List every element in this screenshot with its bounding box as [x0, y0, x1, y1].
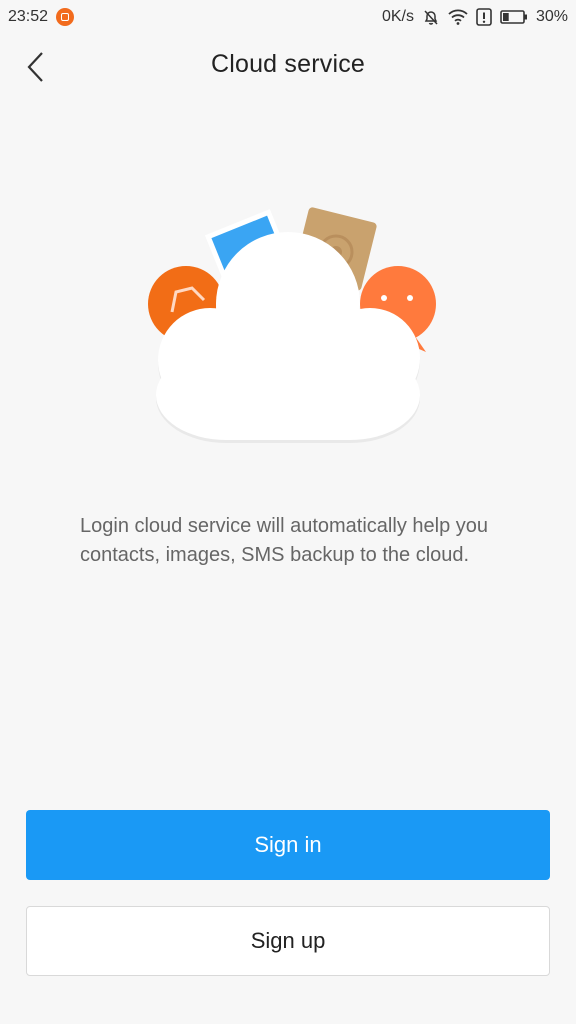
description-text: Login cloud service will automatically h…: [80, 515, 488, 566]
status-bar: 23:52 0K/s 30%: [0, 0, 576, 34]
cloud-icon: [156, 232, 420, 443]
battery-percent: 30%: [535, 8, 568, 25]
app-notification-icon: [56, 8, 75, 26]
battery-icon: [500, 9, 528, 25]
sign-in-button[interactable]: Sign in: [26, 810, 550, 880]
network-speed: 0K/s: [381, 8, 414, 25]
sign-in-label: Sign in: [254, 832, 322, 857]
alert-icon: [476, 8, 492, 26]
status-right: 0K/s 30%: [382, 8, 568, 26]
sign-up-label: Sign up: [250, 928, 326, 953]
status-left: 23:52: [8, 8, 75, 26]
status-time: 23:52: [8, 8, 49, 25]
wifi-icon: [448, 9, 468, 25]
header: Cloud service: [0, 34, 576, 100]
cloud-illustration: [140, 200, 450, 460]
mute-bell-icon: [422, 8, 440, 26]
sign-up-button[interactable]: Sign up: [26, 906, 550, 976]
battery-fill: [502, 13, 509, 21]
page-title: Cloud service: [210, 50, 366, 78]
